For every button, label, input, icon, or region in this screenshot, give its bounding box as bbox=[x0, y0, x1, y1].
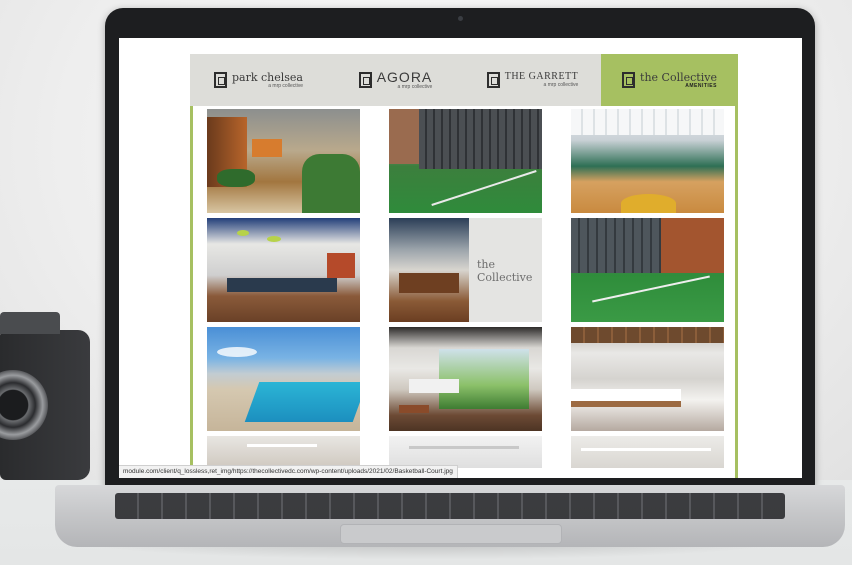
photo-clubroom-bar[interactable] bbox=[207, 218, 360, 322]
nav-text-agora: AGORA a mrp collective bbox=[377, 70, 433, 90]
status-url: module.com/client/q_lossless,ret_img/htt… bbox=[123, 468, 453, 475]
nav-sublabel-the-garrett: a mrp collective bbox=[543, 82, 579, 88]
park-chelsea-logo-icon bbox=[213, 72, 227, 88]
photo-rooftop-pool[interactable] bbox=[207, 327, 360, 431]
laptop-base bbox=[55, 485, 845, 547]
nav-item-park-chelsea[interactable]: park chelsea a mrp collective bbox=[190, 54, 327, 106]
photo-collective-lobby[interactable]: the Collective bbox=[389, 218, 542, 322]
nav-text-garrett: THE GARRETT a mrp collective bbox=[505, 72, 579, 88]
nav-label-agora: AGORA bbox=[376, 69, 433, 85]
nav-item-agora[interactable]: AGORA a mrp collective bbox=[327, 54, 464, 106]
camera-top bbox=[0, 312, 60, 334]
laptop-keyboard bbox=[115, 493, 785, 519]
nav-item-the-collective[interactable]: the Collective AMENITIES bbox=[601, 54, 738, 106]
photo-kitchen-lounge[interactable] bbox=[571, 327, 724, 431]
nav-item-the-garrett[interactable]: THE GARRETT a mrp collective bbox=[464, 54, 601, 106]
camera-prop bbox=[0, 312, 90, 480]
nav-text-collective: the Collective AMENITIES bbox=[640, 72, 717, 89]
photo-partial-1[interactable] bbox=[207, 436, 360, 468]
nav-label-park-chelsea: park chelsea bbox=[231, 70, 303, 84]
nav-sublabel-amenities: AMENITIES bbox=[685, 82, 717, 89]
amenities-gallery-panel: the Collective bbox=[190, 106, 738, 478]
laptop-trackpad bbox=[340, 524, 562, 544]
laptop-screen: park chelsea a mrp collective AGORA a mr… bbox=[119, 38, 802, 478]
browser-status-bar: module.com/client/q_lossless,ret_img/htt… bbox=[119, 465, 458, 478]
agora-logo-icon bbox=[358, 72, 372, 88]
nav-text-park-chelsea: park chelsea a mrp collective bbox=[232, 72, 303, 89]
lobby-wall-sign: the Collective bbox=[477, 258, 533, 284]
garrett-logo-icon bbox=[486, 72, 500, 88]
photo-atrium-lounge[interactable] bbox=[207, 109, 360, 213]
photo-golf-simulator[interactable] bbox=[389, 327, 542, 431]
photo-outdoor-sport-court[interactable] bbox=[389, 109, 542, 213]
collective-logo-icon bbox=[622, 72, 636, 88]
laptop-lid: park chelsea a mrp collective AGORA a mr… bbox=[105, 8, 815, 490]
camera-lens bbox=[0, 370, 48, 440]
photo-partial-3[interactable] bbox=[571, 436, 724, 468]
webcam-dot bbox=[458, 16, 463, 21]
property-nav: park chelsea a mrp collective AGORA a mr… bbox=[190, 54, 738, 106]
photo-partial-2[interactable] bbox=[389, 436, 542, 468]
nav-sublabel-agora: a mrp collective bbox=[397, 84, 433, 90]
nav-label-the-garrett: THE GARRETT bbox=[504, 71, 579, 82]
photo-tennis-court[interactable] bbox=[571, 218, 724, 322]
photo-indoor-basketball-court[interactable] bbox=[571, 109, 724, 213]
nav-label-the-collective: the Collective bbox=[640, 70, 717, 84]
nav-sublabel-park-chelsea: a mrp collective bbox=[268, 82, 303, 89]
